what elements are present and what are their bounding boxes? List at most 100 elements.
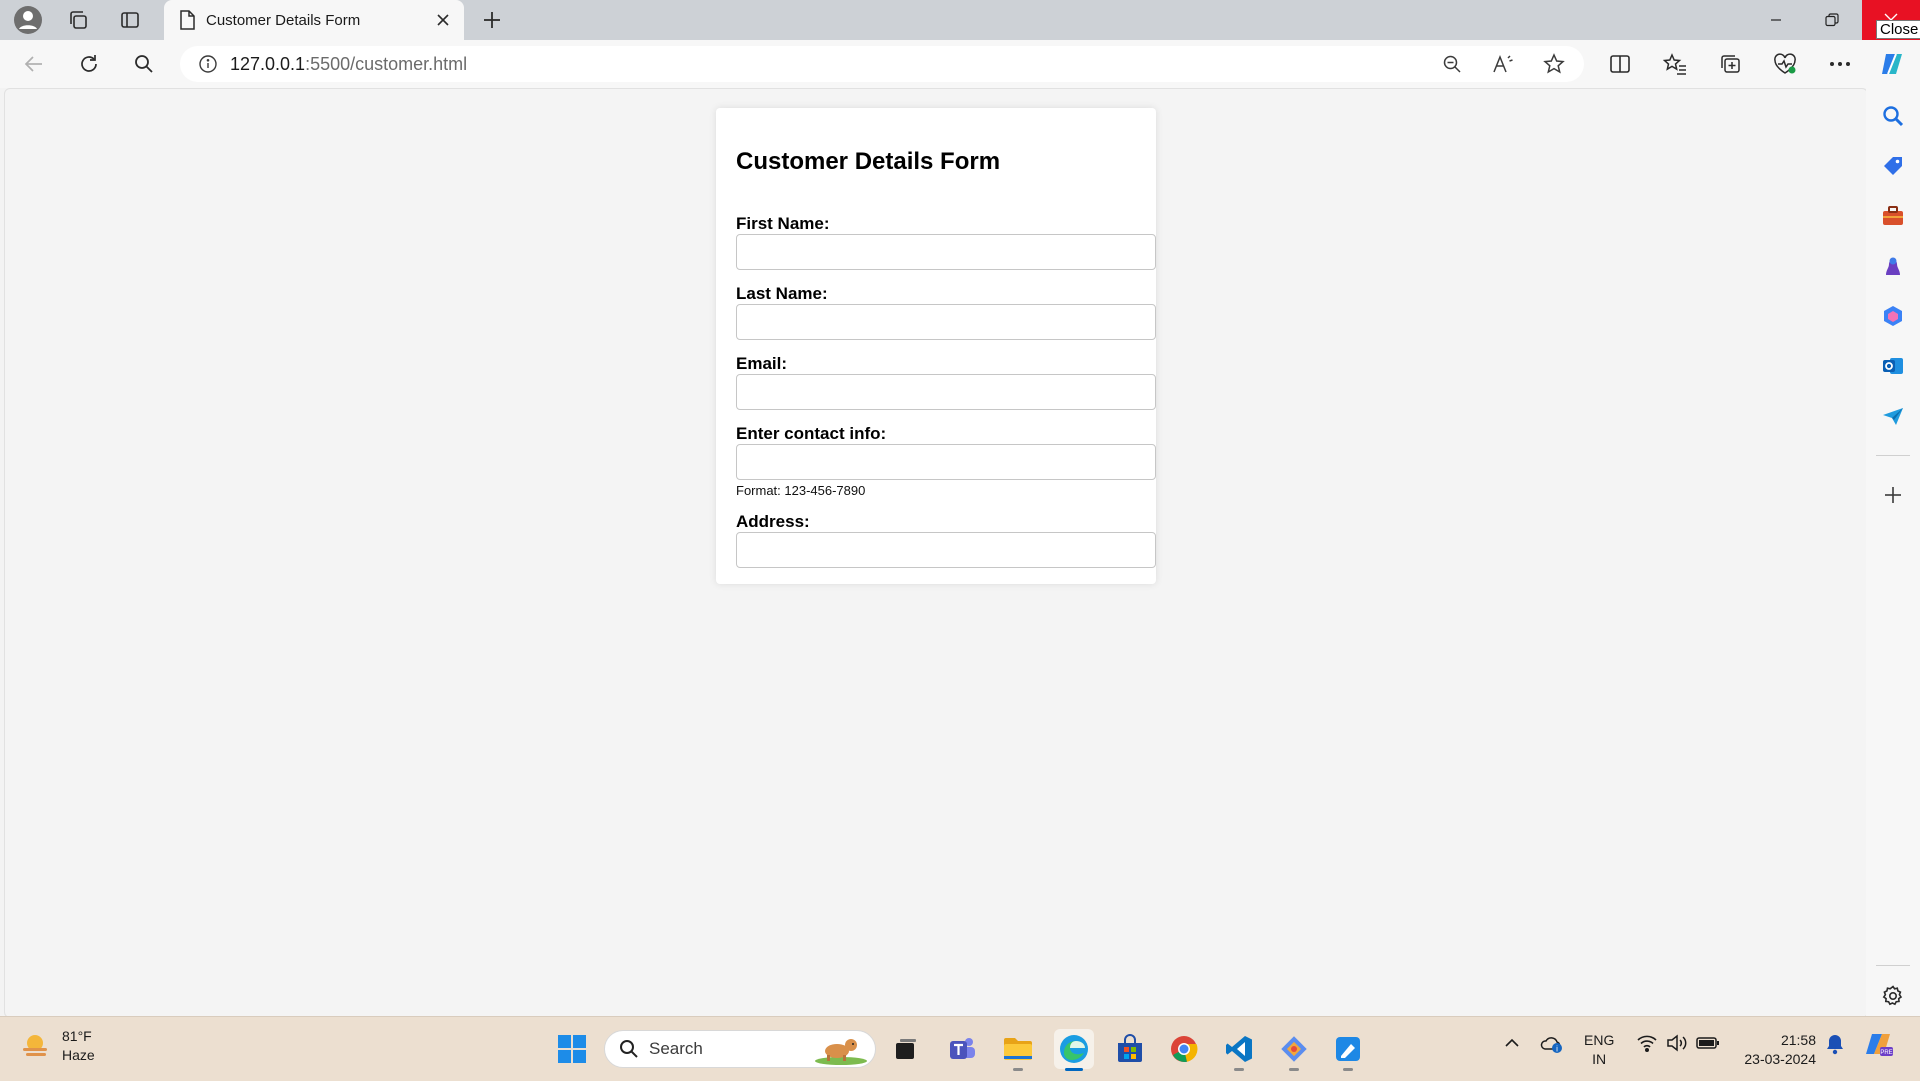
taskbar-store[interactable] <box>1110 1029 1150 1069</box>
clock-time: 21:58 <box>1780 1032 1816 1048</box>
battery-icon <box>1696 1037 1719 1049</box>
address-bar[interactable]: 127.0.0.1:5500/customer.html <box>180 46 1584 82</box>
address-label: Address: <box>736 512 810 531</box>
tray-overflow[interactable] <box>1502 1033 1522 1053</box>
taskbar-git[interactable] <box>1274 1029 1314 1071</box>
sidebar-microsoft365[interactable] <box>1877 300 1909 332</box>
collections-button[interactable] <box>1712 46 1748 82</box>
browser-essentials-button[interactable] <box>1767 46 1803 82</box>
running-indicator <box>1289 1068 1299 1071</box>
site-info-icon[interactable] <box>198 54 218 74</box>
clock-date: 23-03-2024 <box>1744 1051 1816 1067</box>
more-icon <box>1830 62 1850 66</box>
running-indicator <box>1013 1068 1023 1071</box>
copilot-icon <box>1882 53 1902 75</box>
collections-icon <box>1721 55 1740 73</box>
taskbar-app[interactable] <box>1328 1029 1368 1071</box>
favorites-button[interactable] <box>1657 46 1693 82</box>
url-host: 127.0.0.1 <box>230 53 306 74</box>
taskbar-teams[interactable] <box>942 1029 982 1069</box>
sidebar-send[interactable] <box>1877 400 1909 432</box>
add-icon <box>1885 487 1901 503</box>
last-name-label: Last Name: <box>736 284 828 303</box>
split-screen-button[interactable] <box>1602 46 1638 82</box>
sidebar-games[interactable] <box>1877 250 1909 282</box>
title-bar: Customer Details Form Close <box>0 0 1920 40</box>
read-aloud-button[interactable] <box>1489 50 1517 78</box>
email-input[interactable] <box>736 374 1156 410</box>
profile-button[interactable] <box>8 4 48 36</box>
search-button[interactable] <box>126 46 162 82</box>
first-name-label: First Name: <box>736 214 830 233</box>
last-name-input[interactable] <box>736 304 1156 340</box>
tray-wifi[interactable] <box>1636 1033 1658 1053</box>
sidebar-outlook[interactable] <box>1877 350 1909 382</box>
svg-text:PRE: PRE <box>1880 1050 1892 1056</box>
workspaces-button[interactable] <box>58 4 98 36</box>
favorite-button[interactable] <box>1540 50 1568 78</box>
games-icon <box>1886 257 1900 275</box>
edge-sidebar <box>1866 88 1920 1016</box>
running-indicator <box>1343 1068 1353 1071</box>
start-button[interactable] <box>552 1029 592 1069</box>
url-path: :5500/customer.html <box>305 53 468 74</box>
running-indicator <box>1234 1068 1244 1071</box>
browser-essentials-icon <box>1774 53 1796 74</box>
wifi-icon <box>1637 1035 1657 1053</box>
file-explorer-icon <box>1004 1038 1032 1060</box>
taskbar-chrome[interactable] <box>1164 1029 1204 1069</box>
contact-label: Enter contact info: <box>736 424 887 443</box>
search-icon <box>1883 106 1904 127</box>
taskbar-task-view[interactable] <box>886 1029 926 1069</box>
more-button[interactable] <box>1822 46 1858 82</box>
taskbar-file-explorer[interactable] <box>998 1029 1038 1071</box>
close-tooltip: Close <box>1876 20 1920 39</box>
taskbar-edge[interactable] <box>1054 1029 1094 1071</box>
vscode-icon <box>1226 1036 1252 1062</box>
url-text[interactable]: 127.0.0.1:5500/customer.html <box>230 54 467 75</box>
tray-copilot[interactable]: PRE <box>1864 1031 1894 1059</box>
language-indicator[interactable]: ENG IN <box>1584 1031 1614 1069</box>
taskbar-vscode[interactable] <box>1219 1029 1259 1071</box>
search-highlight-image <box>815 1039 867 1065</box>
taskbar-search-placeholder: Search <box>649 1039 703 1058</box>
tray-volume[interactable] <box>1666 1033 1688 1053</box>
restore-button[interactable] <box>1804 0 1860 40</box>
shopping-icon <box>1884 157 1902 175</box>
copilot-button[interactable] <box>1874 46 1910 82</box>
first-name-input[interactable] <box>736 234 1156 270</box>
active-tab[interactable]: Customer Details Form <box>164 0 464 40</box>
refresh-button[interactable] <box>71 46 107 82</box>
sidebar-shopping[interactable] <box>1877 150 1909 182</box>
contact-input[interactable] <box>736 444 1156 480</box>
sidebar-settings[interactable] <box>1877 980 1909 1012</box>
back-button[interactable] <box>16 46 52 82</box>
close-tab-icon[interactable] <box>436 13 450 27</box>
address-input[interactable] <box>736 532 1156 568</box>
new-tab-button[interactable] <box>472 4 512 36</box>
weather-widget[interactable]: 81°F Haze <box>20 1027 95 1065</box>
tray-battery[interactable] <box>1696 1033 1720 1053</box>
sidebar-tools[interactable] <box>1877 200 1909 232</box>
zoom-out-button[interactable] <box>1438 50 1466 78</box>
search-icon <box>620 1040 638 1058</box>
contact-format-hint: Format: 123-456-7890 <box>736 483 866 498</box>
favorite-star-icon <box>1543 53 1565 74</box>
taskbar-search[interactable]: Search <box>604 1030 876 1068</box>
email-label: Email: <box>736 354 788 373</box>
sidebar-add[interactable] <box>1877 479 1909 511</box>
tab-actions-button[interactable] <box>110 4 150 36</box>
language-code: ENG <box>1584 1032 1615 1048</box>
system-clock[interactable]: 21:58 23-03-2024 <box>1736 1031 1816 1069</box>
start-icon <box>558 1035 586 1063</box>
form-title: Customer Details Form <box>736 148 1001 175</box>
chrome-icon <box>1171 1036 1198 1062</box>
sidebar-search[interactable] <box>1877 100 1909 132</box>
copilot-icon: PRE <box>1866 1034 1893 1056</box>
tray-notifications[interactable] <box>1825 1033 1845 1055</box>
tray-onedrive[interactable]: i <box>1540 1033 1564 1055</box>
sidebar-separator-bottom <box>1876 965 1910 966</box>
minimize-button[interactable] <box>1748 0 1804 40</box>
weather-temperature: 81°F <box>62 1028 92 1044</box>
settings-icon <box>1882 985 1903 1006</box>
